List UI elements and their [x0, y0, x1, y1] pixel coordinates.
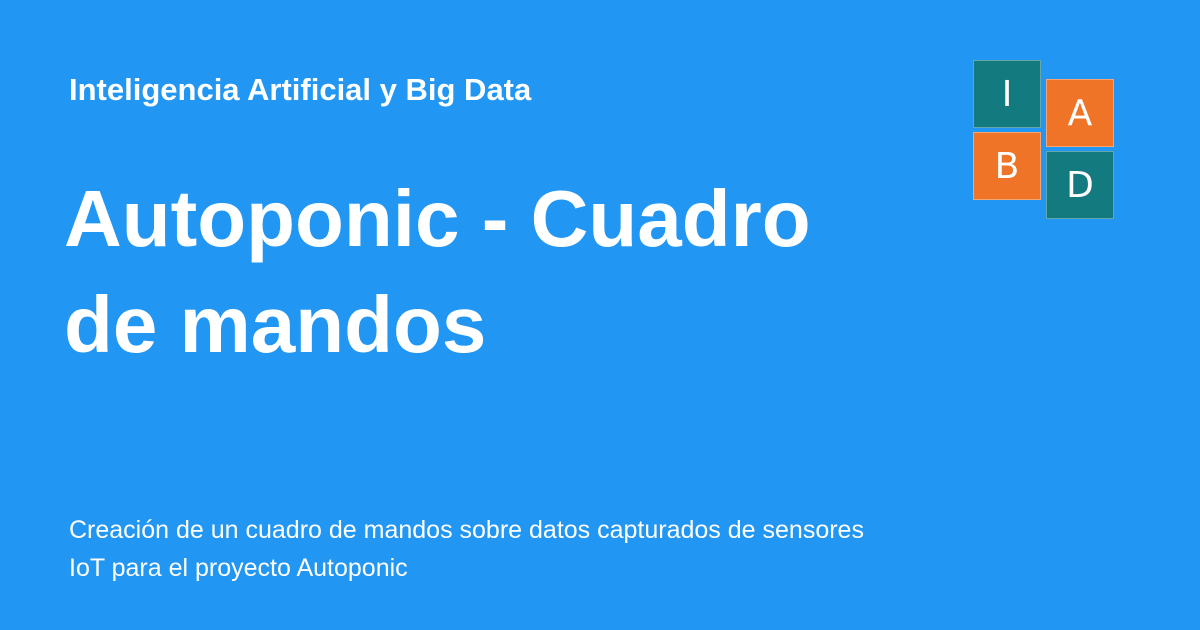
site-name: Inteligencia Artificial y Big Data [69, 72, 532, 107]
logo-tile-a: A [1046, 79, 1114, 147]
logo-tile-b: B [973, 132, 1041, 200]
page-title: Autoponic - Cuadro de mandos [64, 174, 811, 369]
logo-tile-i: I [973, 60, 1041, 128]
page-description: Creación de un cuadro de mandos sobre da… [69, 516, 864, 582]
logo-tile-d: D [1046, 151, 1114, 219]
iabd-logo: I A B D [973, 60, 1117, 222]
